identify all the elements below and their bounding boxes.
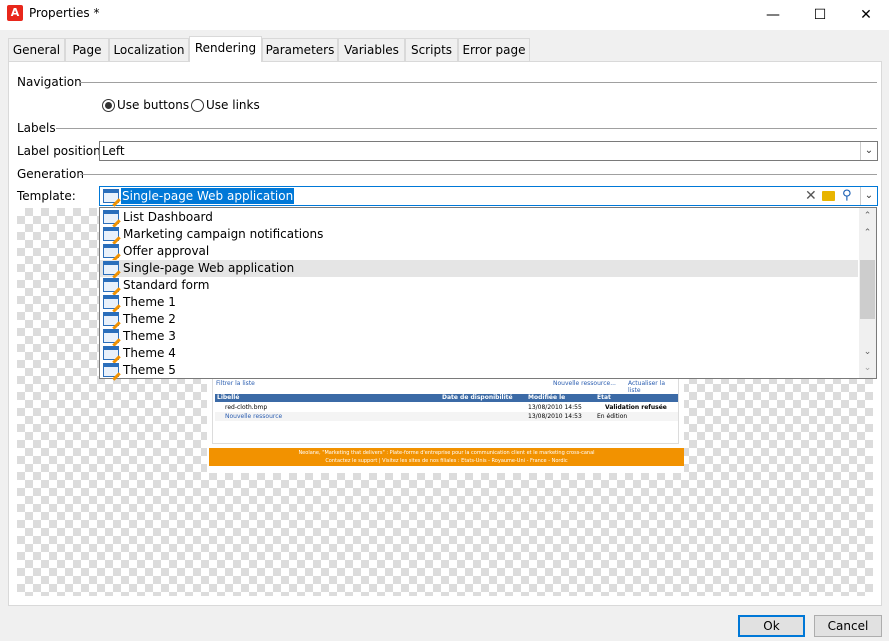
title-bar: Properties * — ☐ ✕: [0, 0, 889, 30]
template-option[interactable]: Marketing campaign notifications: [100, 226, 858, 243]
tab-localization[interactable]: Localization: [109, 38, 189, 62]
template-option[interactable]: List Dashboard: [100, 209, 858, 226]
tab-error-page[interactable]: Error page: [458, 38, 530, 62]
window-title: Properties *: [29, 6, 100, 20]
app-logo-icon: [7, 5, 23, 21]
clear-icon[interactable]: ✕: [805, 187, 817, 205]
ok-button[interactable]: Ok: [738, 615, 805, 637]
preview-footer: Neolane, "Marketing that delivers" : Pla…: [209, 448, 684, 466]
tab-scripts[interactable]: Scripts: [405, 38, 458, 62]
chevron-down-icon[interactable]: ⌄: [860, 142, 877, 160]
tab-variables[interactable]: Variables: [338, 38, 405, 62]
template-option[interactable]: Theme 1: [100, 294, 858, 311]
tab-general[interactable]: General: [8, 38, 65, 62]
tab-page[interactable]: Page: [65, 38, 109, 62]
folder-icon[interactable]: [822, 191, 835, 201]
template-icon: [103, 227, 119, 241]
dropdown-scrollbar[interactable]: ⌃ ⌃ ⌄ ⌄: [859, 208, 876, 378]
label-position-select[interactable]: Left ⌄: [99, 141, 878, 161]
generation-heading: Generation: [17, 167, 84, 181]
preview-col-state: Etat: [597, 394, 611, 401]
scrollbar-thumb[interactable]: [860, 260, 875, 319]
navigation-divider: [80, 82, 877, 83]
scroll-down-icon[interactable]: ⌄: [859, 344, 876, 361]
preview-col-label: Libellé: [217, 394, 240, 401]
use-buttons-radio[interactable]: [102, 99, 115, 112]
template-icon: [103, 210, 119, 224]
label-position-label: Label position:: [17, 144, 105, 158]
scroll-page-up-icon[interactable]: ⌃: [859, 225, 876, 242]
use-links-radio[interactable]: [191, 99, 204, 112]
template-icon: [103, 244, 119, 258]
template-dropdown-list[interactable]: List Dashboard Marketing campaign notifi…: [99, 207, 877, 379]
template-icon: [103, 312, 119, 326]
labels-heading: Labels: [17, 121, 56, 135]
use-buttons-label[interactable]: Use buttons: [117, 98, 189, 112]
template-icon: [103, 295, 119, 309]
minimize-button[interactable]: —: [750, 0, 796, 30]
template-combobox[interactable]: Single-page Web application ✕ ⚲ ⌄: [99, 186, 878, 206]
preview-page: Filtrer la liste Nouvelle ressource... A…: [212, 377, 679, 444]
navigation-heading: Navigation: [17, 75, 82, 89]
preview-filter-link: Filtrer la liste: [216, 380, 255, 387]
scroll-up-icon[interactable]: ⌃: [859, 208, 876, 225]
template-value[interactable]: Single-page Web application: [121, 188, 295, 204]
tab-parameters[interactable]: Parameters: [262, 38, 338, 62]
tab-rendering[interactable]: Rendering: [189, 36, 262, 62]
template-icon: [103, 346, 119, 360]
template-icon: [103, 261, 119, 275]
close-button[interactable]: ✕: [843, 0, 889, 30]
preview-footer-line1: Neolane, "Marketing that delivers" : Pla…: [298, 450, 595, 456]
cancel-button[interactable]: Cancel: [814, 615, 882, 637]
template-option-selected[interactable]: Single-page Web application: [100, 260, 858, 277]
preview-col-date: Date de disponibilité: [442, 394, 513, 401]
search-icon[interactable]: ⚲: [842, 189, 852, 203]
scroll-page-down-icon[interactable]: ⌄: [859, 361, 876, 378]
template-option[interactable]: Offer approval: [100, 243, 858, 260]
template-label: Template:: [17, 189, 76, 203]
template-option[interactable]: Theme 4: [100, 345, 858, 362]
preview-refresh-link: Actualiser la liste: [628, 380, 665, 394]
template-icon: [103, 189, 119, 203]
preview-col-modified: Modifiée le: [528, 394, 566, 401]
chevron-down-icon[interactable]: ⌄: [860, 187, 877, 205]
maximize-button[interactable]: ☐: [797, 0, 843, 30]
generation-divider: [80, 174, 877, 175]
template-option[interactable]: Theme 2: [100, 311, 858, 328]
preview-table-header: Libellé Date de disponibilité Modifiée l…: [215, 394, 678, 402]
label-position-value: Left: [102, 144, 125, 158]
template-icon: [103, 363, 119, 377]
properties-dialog: Properties * — ☐ ✕ General Page Localiza…: [0, 0, 889, 641]
template-icon: [103, 329, 119, 343]
preview-new-resource-link: Nouvelle ressource...: [553, 380, 616, 387]
template-icon: [103, 278, 119, 292]
labels-divider: [56, 128, 877, 129]
template-preview: Filtrer la liste Nouvelle ressource... A…: [207, 377, 684, 473]
use-links-label[interactable]: Use links: [206, 98, 260, 112]
preview-footer-line2: Contactez le support | Visitez les sites…: [325, 458, 568, 464]
template-option[interactable]: Standard form: [100, 277, 858, 294]
template-option[interactable]: Theme 3: [100, 328, 858, 345]
preview-row: red-cloth.bmp 13/08/2010 14:55 Validatio…: [225, 404, 667, 411]
template-option[interactable]: Theme 5: [100, 362, 858, 379]
preview-row: Nouvelle ressource 13/08/2010 14:53 En é…: [215, 412, 678, 421]
